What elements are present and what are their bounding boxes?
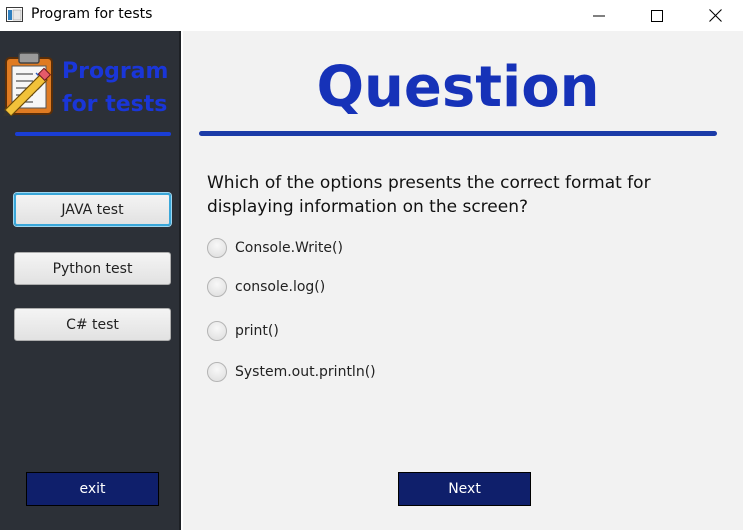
logo-divider (15, 132, 171, 136)
title-bar: Program for tests (0, 0, 743, 31)
sidebar: Program for tests JAVA test Python test … (0, 31, 181, 530)
question-panel: Question Which of the options presents t… (183, 31, 743, 530)
radio-button[interactable] (207, 362, 227, 382)
app-logo-text: Program for tests (62, 55, 180, 121)
answer-label: console.log() (235, 279, 326, 295)
radio-button[interactable] (207, 277, 227, 297)
radio-button[interactable] (207, 321, 227, 341)
answer-label: print() (235, 323, 279, 339)
answer-label: Console.Write() (235, 240, 343, 256)
exit-button[interactable]: exit (26, 472, 159, 506)
logo-line-1: Program (62, 59, 169, 84)
answer-option[interactable]: print() (207, 320, 279, 342)
window-title: Program for tests (31, 6, 153, 22)
maximize-icon (651, 9, 663, 22)
radio-button[interactable] (207, 238, 227, 258)
clipboard-checklist-icon (3, 50, 57, 117)
app-icon (6, 7, 23, 22)
java-test-button[interactable]: JAVA test (14, 193, 171, 226)
close-button[interactable] (686, 0, 743, 31)
answer-label: System.out.println() (235, 364, 376, 380)
question-text: Which of the options presents the correc… (207, 173, 651, 217)
next-button[interactable]: Next (398, 472, 531, 506)
logo-line-2: for tests (62, 92, 168, 117)
close-icon (708, 9, 722, 22)
heading-divider (199, 131, 717, 136)
answer-option[interactable]: Console.Write() (207, 237, 343, 259)
python-test-button[interactable]: Python test (14, 252, 171, 285)
page-title: Question (316, 55, 600, 120)
answer-option[interactable]: System.out.println() (207, 361, 376, 383)
csharp-test-button[interactable]: C# test (14, 308, 171, 341)
maximize-button[interactable] (628, 0, 686, 31)
minimize-button[interactable] (570, 0, 628, 31)
minimize-icon (593, 15, 605, 16)
answer-option[interactable]: console.log() (207, 276, 325, 298)
